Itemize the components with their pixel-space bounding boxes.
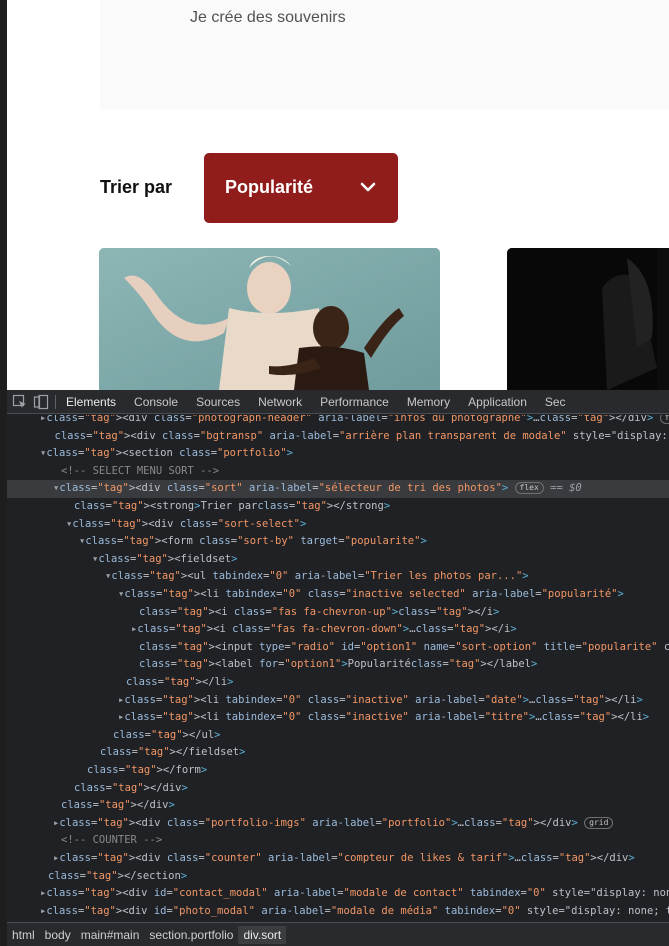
- dom-node-row[interactable]: ▾class="tag"><div class="sort" aria-labe…: [7, 480, 669, 498]
- dom-node-row[interactable]: ▾class="tag"><ul tabindex="0" aria-label…: [7, 568, 669, 586]
- dom-node-row[interactable]: ▸class="tag"><i class="fas fa-chevron-do…: [7, 621, 669, 639]
- dom-node-row[interactable]: class="tag"></section>: [7, 868, 669, 886]
- dom-node-row[interactable]: class="tag"></div>: [7, 780, 669, 798]
- breadcrumb-main[interactable]: main#main: [76, 926, 145, 944]
- dom-node-row[interactable]: ▾class="tag"><fieldset>: [7, 551, 669, 569]
- devtools-panel: Elements Console Sources Network Perform…: [7, 390, 669, 946]
- photographer-header: Je crée des souvenirs: [100, 0, 669, 109]
- portfolio-photo-dancers[interactable]: [99, 248, 440, 390]
- chevron-down-icon: [360, 182, 376, 192]
- breadcrumb-div-sort[interactable]: div.sort: [238, 925, 287, 944]
- dom-node-row[interactable]: <!-- COUNTER -->: [7, 832, 669, 850]
- dom-node-row[interactable]: ▸class="tag"><div id="photo_modal" aria-…: [7, 903, 669, 921]
- tab-sources[interactable]: Sources: [196, 395, 240, 409]
- page-viewport: Je crée des souvenirs Trier par Populari…: [0, 0, 669, 390]
- breadcrumb: html body main#main section.portfolio di…: [7, 922, 669, 946]
- dom-node-row[interactable]: ▾class="tag"><form class="sort-by" targe…: [7, 533, 669, 551]
- breadcrumb-section[interactable]: section.portfolio: [144, 926, 238, 944]
- tab-console[interactable]: Console: [134, 395, 178, 409]
- breadcrumb-body[interactable]: body: [40, 926, 76, 944]
- tab-network[interactable]: Network: [258, 395, 302, 409]
- dom-node-row[interactable]: ▸class="tag"><div class="portfolio-imgs"…: [7, 815, 669, 833]
- dom-node-row[interactable]: ▾class="tag"><li tabindex="0" class="ina…: [7, 586, 669, 604]
- tab-security[interactable]: Sec: [545, 395, 566, 409]
- left-edge-strip: [0, 0, 7, 946]
- dom-node-row[interactable]: ▸class="tag"><div class="counter" aria-l…: [7, 850, 669, 868]
- dom-node-row[interactable]: ▸class="tag"><div id="contact_modal" ari…: [7, 885, 669, 903]
- tab-application[interactable]: Application: [468, 395, 527, 409]
- dom-node-row[interactable]: class="tag"><strong>Trier parclass="tag"…: [7, 498, 669, 516]
- tabbar-separator: [55, 394, 56, 409]
- dom-node-row[interactable]: ▸class="tag"><li tabindex="0" class="ina…: [7, 692, 669, 710]
- device-toolbar-icon[interactable]: [33, 394, 49, 410]
- dom-node-row[interactable]: class="tag"></form>: [7, 762, 669, 780]
- breadcrumb-html[interactable]: html: [7, 926, 40, 944]
- dom-node-row[interactable]: class="tag"><input type="radio" id="opti…: [7, 639, 669, 657]
- dom-node-row[interactable]: class="tag"><i class="fas fa-chevron-up"…: [7, 604, 669, 622]
- inspect-element-icon[interactable]: [12, 394, 28, 410]
- elements-dom-tree[interactable]: ▸class="tag"><div class="photograph-head…: [7, 415, 669, 922]
- sort-dropdown-button[interactable]: Popularité: [204, 153, 398, 223]
- sort-selected-value: Popularité: [225, 177, 314, 197]
- portfolio-photo-stage[interactable]: [507, 248, 669, 390]
- dom-node-row[interactable]: <!-- SELECT MENU SORT -->: [7, 463, 669, 481]
- dom-node-row[interactable]: class="tag"><label for="option1">Popular…: [7, 656, 669, 674]
- dom-node-row[interactable]: class="tag"></ul>: [7, 727, 669, 745]
- dom-node-row[interactable]: class="tag"></li>: [7, 674, 669, 692]
- tab-elements[interactable]: Elements: [66, 395, 116, 409]
- photographer-tagline: Je crée des souvenirs: [190, 9, 346, 26]
- dom-node-row[interactable]: ▾class="tag"><div class="sort-select">: [7, 516, 669, 534]
- dom-node-row[interactable]: ▸class="tag"><li tabindex="0" class="ina…: [7, 709, 669, 727]
- dom-node-row[interactable]: class="tag"></div>: [7, 797, 669, 815]
- dom-node-row[interactable]: ▸class="tag"><div class="photograph-head…: [7, 415, 669, 428]
- dom-node-row[interactable]: ▾class="tag"><section class="portfolio">: [7, 445, 669, 463]
- dom-node-row[interactable]: class="tag"><div class="bgtransp" aria-l…: [7, 428, 669, 446]
- devtools-tabbar: Elements Console Sources Network Perform…: [7, 390, 669, 414]
- tab-performance[interactable]: Performance: [320, 395, 389, 409]
- dom-node-row[interactable]: class="tag"></fieldset>: [7, 744, 669, 762]
- sort-label: Trier par: [100, 177, 173, 197]
- tab-memory[interactable]: Memory: [407, 395, 450, 409]
